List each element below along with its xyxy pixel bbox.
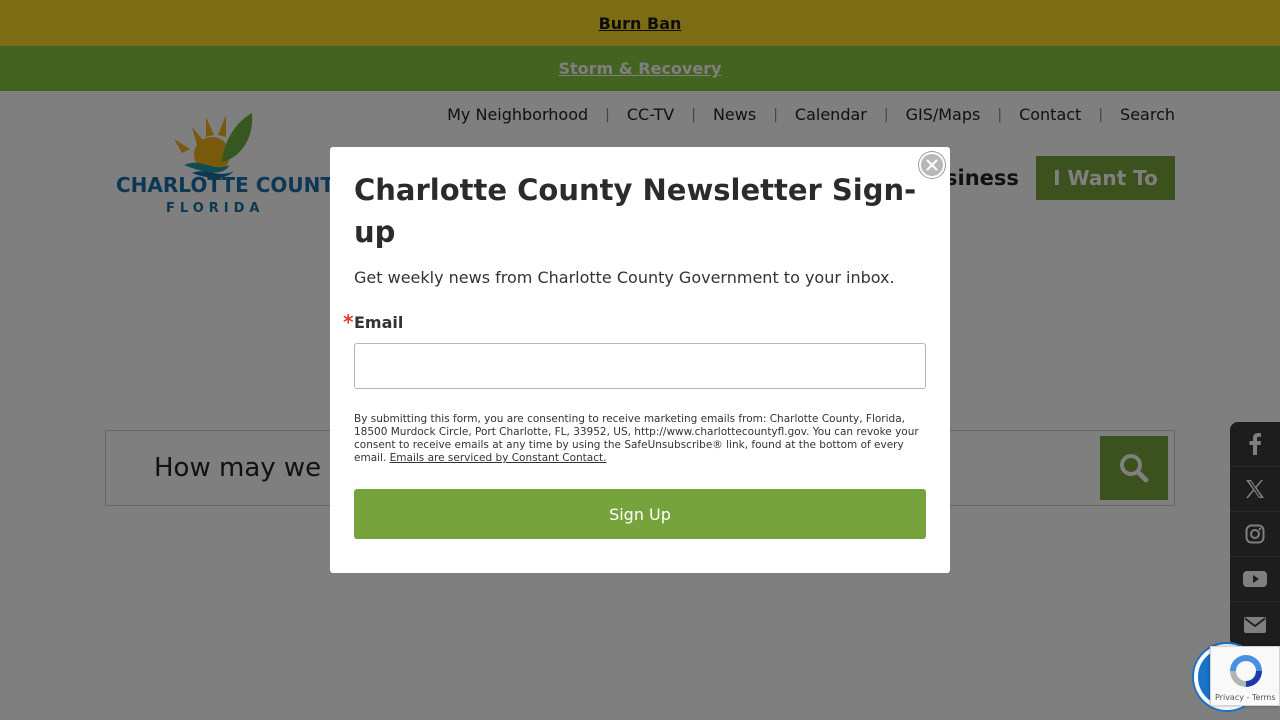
newsletter-signup-modal: Charlotte County Newsletter Sign-up Get … xyxy=(330,147,950,573)
sign-up-button[interactable]: Sign Up xyxy=(354,489,926,539)
recaptcha-badge[interactable]: Privacy - Terms xyxy=(1210,646,1280,706)
required-marker: * xyxy=(343,310,354,334)
modal-description: Get weekly news from Charlotte County Go… xyxy=(354,268,895,287)
modal-title: Charlotte County Newsletter Sign-up xyxy=(354,173,917,249)
email-label: Email xyxy=(354,313,404,332)
consent-text: By submitting this form, you are consent… xyxy=(354,413,926,465)
recaptcha-links[interactable]: Privacy - Terms xyxy=(1215,693,1276,702)
email-field[interactable] xyxy=(354,343,926,389)
constant-contact-link[interactable]: Emails are serviced by Constant Contact. xyxy=(390,452,607,464)
recaptcha-icon xyxy=(1230,655,1262,687)
close-icon xyxy=(926,159,938,171)
